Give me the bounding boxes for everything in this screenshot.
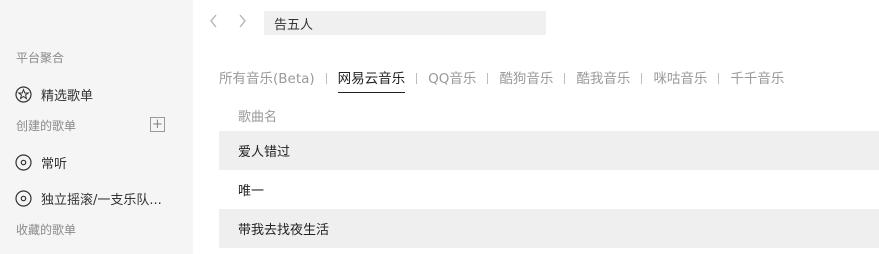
section-platform-label: 平台聚合 [16,51,65,65]
search-input[interactable] [264,11,546,35]
source-tabs: 所有音乐(Beta) 网易云音乐 QQ音乐 酷狗音乐 酷我音乐 咪咕音乐 千千音… [219,66,784,93]
add-playlist-button[interactable]: + [150,117,165,132]
back-button[interactable] [207,13,221,31]
song-row[interactable]: 爱人错过 [219,131,879,170]
tab-divider [325,72,327,84]
sidebar-item-playlist[interactable]: 常听 [14,150,184,174]
tab-divider [641,72,643,84]
tab-divider [564,72,566,84]
forward-button[interactable] [235,13,249,31]
tab-migu-music[interactable]: 咪咕音乐 [653,67,707,89]
tab-kugou-music[interactable]: 酷狗音乐 [499,67,553,89]
song-title: 唯一 [238,184,265,199]
song-title: 爱人错过 [238,145,291,160]
section-favorites-label: 收藏的歌单 [16,223,77,237]
sidebar-item-label: 独立摇滚/一支乐队... [41,192,162,208]
tab-qq-music[interactable]: QQ音乐 [428,67,476,89]
tab-netease-music[interactable]: 网易云音乐 [337,67,405,93]
column-header-song-name: 歌曲名 [238,110,278,125]
tab-kuwo-music[interactable]: 酷我音乐 [576,67,630,89]
star-circle-icon [14,85,32,103]
app-window: 平台聚合 精选歌单 创建的歌单 + 常听 独立摇滚/一支乐队... 收藏的歌单 … [0,0,879,254]
tab-divider [487,72,489,84]
chevron-left-icon [209,13,219,32]
chevron-right-icon [237,13,247,32]
plus-square-icon: + [152,116,163,132]
tab-qianqian-music[interactable]: 千千音乐 [730,67,784,89]
tab-all-music[interactable]: 所有音乐(Beta) [219,67,315,89]
sidebar: 平台聚合 精选歌单 创建的歌单 + 常听 独立摇滚/一支乐队... 收藏的歌单 [0,0,193,254]
song-row[interactable]: 带我去找夜生活 [219,209,879,248]
sidebar-item-label: 精选歌单 [41,88,94,104]
disc-icon [14,153,32,171]
disc-icon [14,189,32,207]
tab-divider [718,72,720,84]
song-row[interactable]: 唯一 [219,170,879,209]
tab-divider [416,72,418,84]
sidebar-item-featured[interactable]: 精选歌单 [14,82,184,106]
sidebar-item-playlist[interactable]: 独立摇滚/一支乐队... [14,186,184,210]
song-title: 带我去找夜生活 [238,223,330,238]
sidebar-item-label: 常听 [41,156,68,172]
section-created-label: 创建的歌单 [16,119,77,133]
